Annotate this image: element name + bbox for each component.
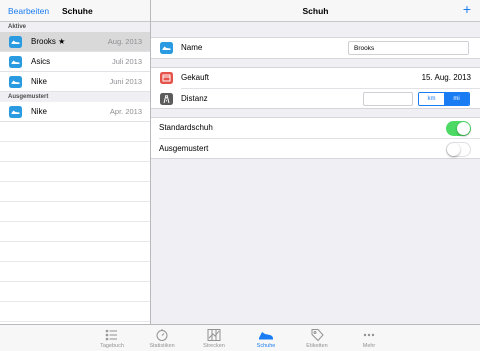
shoe-icon	[9, 56, 22, 68]
edit-button[interactable]: Bearbeiten	[8, 6, 49, 16]
retired-row: Ausgemustert	[159, 138, 480, 158]
road-icon	[160, 93, 173, 105]
name-label: Name	[181, 43, 203, 52]
shoe-detail-panel: Name Gekauft 15. Aug. 2013 Distanz km mi…	[151, 22, 480, 324]
empty-row	[0, 222, 150, 242]
empty-row	[0, 142, 150, 162]
empty-row	[0, 182, 150, 202]
tab-label: Strecken	[203, 343, 225, 349]
tab-bar: Tagebuch Statistiken Strecken Schuhe Eti…	[0, 324, 480, 351]
toggle-knob	[457, 122, 470, 135]
section-header-retired: Ausgemustert	[0, 92, 150, 102]
shoe-name: Brooks ★	[31, 37, 66, 46]
tab-mehr[interactable]: Mehr	[343, 325, 395, 351]
shoe-name: Asics	[31, 57, 51, 66]
shoe-date: Juni 2013	[109, 77, 142, 86]
retired-toggle[interactable]	[446, 142, 471, 157]
shoe-icon	[9, 76, 22, 88]
tab-schuhe[interactable]: Schuhe	[240, 325, 292, 351]
tab-statistiken[interactable]: Statistiken	[136, 325, 188, 351]
list-icon	[105, 329, 117, 341]
default-shoe-toggle[interactable]	[446, 121, 471, 136]
shoe-date: Apr. 2013	[109, 107, 142, 116]
shoe-name: Nike	[31, 107, 48, 116]
left-title: Schuhe	[62, 6, 93, 16]
detail-title: Schuh	[302, 6, 329, 16]
shoe-row-brooks[interactable]: Brooks ★ Aug. 2013	[0, 32, 150, 52]
purchase-group: Gekauft 15. Aug. 2013 Distanz km mi	[151, 67, 480, 109]
shoe-date: Aug. 2013	[107, 37, 142, 46]
unit-mi-segment[interactable]: mi	[444, 93, 469, 105]
shoe-row-asics[interactable]: Asics Juli 2013	[0, 52, 150, 72]
tab-tagebuch[interactable]: Tagebuch	[86, 325, 138, 351]
right-navigation-bar: Schuh +	[151, 0, 480, 22]
distance-input[interactable]	[363, 92, 413, 106]
name-group: Name	[151, 37, 480, 59]
unit-km-segment[interactable]: km	[419, 93, 444, 105]
shoe-icon	[160, 42, 173, 54]
tag-icon	[311, 329, 324, 342]
shoe-list: Aktive Brooks ★ Aug. 2013 Asics Juli 201…	[0, 22, 150, 324]
retired-label: Ausgemustert	[159, 144, 209, 153]
tab-label: Schuhe	[256, 343, 276, 349]
empty-row	[0, 302, 150, 322]
shoe-date: Juli 2013	[111, 57, 142, 66]
bought-label: Gekauft	[181, 73, 210, 82]
empty-row	[0, 262, 150, 282]
map-icon	[207, 329, 221, 341]
tab-label: Etiketten	[306, 343, 328, 349]
calendar-icon	[160, 72, 173, 84]
shoe-row-nike[interactable]: Nike Juni 2013	[0, 72, 150, 92]
section-header-active: Aktive	[0, 22, 150, 32]
empty-row	[0, 282, 150, 302]
more-icon	[363, 333, 375, 337]
shoe-icon	[259, 332, 273, 340]
empty-row	[0, 162, 150, 182]
left-navigation-bar: Bearbeiten Schuhe	[0, 0, 150, 22]
tab-label: Tagebuch	[100, 343, 124, 349]
tab-label: Statistiken	[149, 343, 175, 349]
default-shoe-label: Standardschuh	[159, 123, 213, 132]
add-button[interactable]: +	[463, 1, 471, 17]
name-input[interactable]	[348, 41, 469, 55]
shoe-name: Nike	[31, 77, 48, 86]
shoe-icon	[9, 36, 22, 48]
unit-segmented-control: km mi	[418, 92, 470, 106]
shoe-icon	[9, 106, 22, 118]
empty-row	[0, 122, 150, 142]
toggle-knob	[447, 143, 460, 156]
bought-row[interactable]: Gekauft 15. Aug. 2013	[151, 68, 480, 88]
shoe-row-nike-retired[interactable]: Nike Apr. 2013	[0, 102, 150, 122]
tab-etiketten[interactable]: Etiketten	[291, 325, 343, 351]
empty-row	[0, 202, 150, 222]
distance-label: Distanz	[181, 94, 208, 103]
stopwatch-icon	[156, 329, 168, 341]
status-group: Standardschuh Ausgemustert	[151, 117, 480, 159]
empty-row	[0, 242, 150, 262]
bought-date-value: 15. Aug. 2013	[421, 73, 471, 82]
default-shoe-row: Standardschuh	[151, 118, 480, 138]
name-row: Name	[151, 38, 480, 58]
distance-row: Distanz km mi	[160, 88, 480, 108]
tab-strecken[interactable]: Strecken	[188, 325, 240, 351]
tab-label: Mehr	[362, 343, 376, 349]
